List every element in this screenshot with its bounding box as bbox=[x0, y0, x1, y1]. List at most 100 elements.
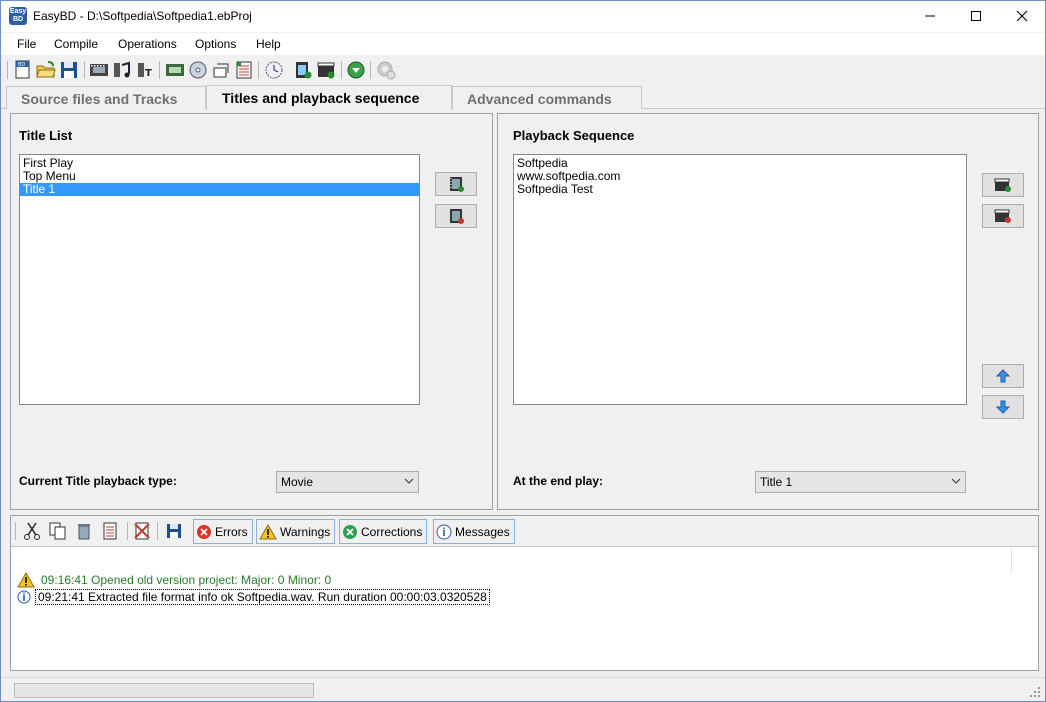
audio-track-icon[interactable] bbox=[112, 60, 132, 80]
toolbar-separator bbox=[258, 61, 259, 79]
compile-film-icon[interactable] bbox=[293, 60, 313, 80]
disc-icon[interactable] bbox=[188, 60, 208, 80]
corrections-filter-label: Corrections bbox=[361, 524, 423, 539]
log-toolbar: Errors Warnings Corrections Messages bbox=[11, 516, 1038, 547]
playback-type-select[interactable]: Movie bbox=[276, 471, 419, 493]
tab-titles-playback[interactable]: Titles and playback sequence bbox=[206, 85, 452, 110]
easybd-app-icon: Easy BD bbox=[9, 7, 27, 25]
svg-text:BD: BD bbox=[18, 62, 25, 68]
toolbar-separator bbox=[159, 61, 160, 79]
new-project-icon[interactable]: BD bbox=[13, 60, 33, 80]
close-button[interactable] bbox=[999, 1, 1045, 31]
window-title: EasyBD - D:\Softpedia\Softpedia1.ebProj bbox=[33, 9, 252, 23]
end-play-label: At the end play: bbox=[513, 474, 604, 488]
menu-options[interactable]: Options bbox=[195, 37, 236, 51]
title-list-heading: Title List bbox=[19, 128, 73, 143]
app-window: Easy BD EasyBD - D:\Softpedia\Softpedia1.… bbox=[0, 0, 1046, 702]
playlist-icon[interactable] bbox=[234, 60, 254, 80]
playback-sequence-listbox[interactable]: Softpedia www.softpedia.com Softpedia Te… bbox=[513, 154, 967, 405]
menu-help[interactable]: Help bbox=[256, 37, 281, 51]
error-icon bbox=[197, 524, 211, 539]
toolbar-separator bbox=[127, 522, 128, 540]
cut-icon[interactable] bbox=[22, 521, 42, 541]
maximize-button[interactable] bbox=[953, 1, 999, 31]
minimize-icon bbox=[925, 15, 935, 17]
playback-sequence-heading: Playback Sequence bbox=[513, 128, 635, 143]
list-item[interactable]: First Play bbox=[20, 157, 419, 170]
warning-icon bbox=[17, 572, 35, 588]
save-icon[interactable] bbox=[59, 60, 79, 80]
clock-icon[interactable] bbox=[264, 60, 284, 80]
log-entry-warning[interactable]: 09:16:41 Opened old version project: Maj… bbox=[17, 572, 333, 588]
log-entry-info[interactable]: 09:21:41 Extracted file format info ok S… bbox=[17, 589, 490, 605]
menu-bar: File Compile Operations Options Help bbox=[1, 33, 1045, 55]
tab-advanced-commands[interactable]: Advanced commands bbox=[452, 86, 642, 109]
chevron-down-icon bbox=[951, 478, 961, 484]
open-folder-icon[interactable] bbox=[36, 60, 56, 80]
remove-title-button[interactable] bbox=[435, 204, 477, 228]
burn-disc-icon[interactable] bbox=[346, 60, 366, 80]
toolbar-separator bbox=[84, 61, 85, 79]
clapper-remove-icon bbox=[994, 209, 1011, 223]
toolbar-separator bbox=[157, 522, 158, 540]
tab-source-files[interactable]: Source files and Tracks bbox=[6, 86, 206, 109]
add-title-button[interactable] bbox=[435, 172, 477, 196]
info-icon bbox=[436, 524, 452, 539]
copy-icon[interactable] bbox=[48, 521, 68, 541]
warnings-filter-button[interactable]: Warnings bbox=[256, 519, 336, 544]
minimize-button[interactable] bbox=[907, 1, 953, 31]
list-item[interactable]: Softpedia Test bbox=[514, 183, 966, 196]
chapter-icon[interactable] bbox=[211, 60, 231, 80]
svg-text:T: T bbox=[145, 68, 152, 79]
clear-log-icon[interactable] bbox=[132, 521, 152, 541]
menu-operations[interactable]: Operations bbox=[118, 37, 177, 51]
save-log-icon[interactable] bbox=[164, 521, 184, 541]
warnings-filter-label: Warnings bbox=[280, 524, 331, 539]
end-play-value: Title 1 bbox=[760, 475, 793, 489]
menu-file[interactable]: File bbox=[17, 37, 36, 51]
list-item[interactable]: Title 1 bbox=[20, 183, 419, 196]
clapper-add-icon bbox=[994, 178, 1011, 192]
arrow-down-icon bbox=[996, 400, 1010, 414]
film-add-icon bbox=[450, 177, 464, 192]
corrections-filter-button[interactable]: Corrections bbox=[339, 519, 428, 544]
playback-type-label: Current Title playback type: bbox=[19, 474, 177, 488]
title-list-panel: Title List First Play Top Menu Title 1 C… bbox=[10, 113, 493, 510]
subtitle-track-icon[interactable]: T bbox=[135, 60, 155, 80]
toolbar-separator bbox=[15, 522, 16, 540]
chevron-down-icon bbox=[404, 478, 414, 484]
status-bar bbox=[1, 677, 1045, 701]
log-column-divider bbox=[1011, 548, 1012, 572]
tab-strip: Source files and Tracks Titles and playb… bbox=[1, 85, 1045, 110]
toolbar-separator bbox=[341, 61, 342, 79]
menu-compile[interactable]: Compile bbox=[54, 37, 98, 51]
arrow-up-icon bbox=[996, 369, 1010, 383]
playback-sequence-panel: Playback Sequence Softpedia www.softpedi… bbox=[497, 113, 1039, 510]
add-sequence-item-button[interactable] bbox=[982, 173, 1024, 197]
title-listbox[interactable]: First Play Top Menu Title 1 bbox=[19, 154, 420, 405]
main-toolbar: BD T bbox=[1, 57, 1045, 83]
compile-clapper-icon[interactable] bbox=[316, 60, 336, 80]
toolbar-separator bbox=[7, 61, 8, 79]
maximize-icon bbox=[971, 11, 981, 21]
film-remove-icon bbox=[450, 209, 464, 224]
info-icon bbox=[17, 590, 31, 604]
title-bar: Easy BD EasyBD - D:\Softpedia\Softpedia1.… bbox=[1, 1, 1045, 32]
end-play-select[interactable]: Title 1 bbox=[755, 471, 966, 493]
move-down-button[interactable] bbox=[982, 395, 1024, 419]
add-title-icon[interactable] bbox=[165, 60, 185, 80]
toolbar-separator bbox=[370, 61, 371, 79]
move-up-button[interactable] bbox=[982, 364, 1024, 388]
document-icon[interactable] bbox=[100, 521, 120, 541]
errors-filter-button[interactable]: Errors bbox=[193, 519, 253, 544]
list-item[interactable]: Top Menu bbox=[20, 170, 419, 183]
trash-icon[interactable] bbox=[74, 521, 94, 541]
film-strip-icon[interactable] bbox=[89, 60, 109, 80]
remove-sequence-item-button[interactable] bbox=[982, 204, 1024, 228]
messages-filter-button[interactable]: Messages bbox=[433, 519, 515, 544]
progress-bar bbox=[14, 683, 314, 698]
log-entry-text: 09:21:41 Extracted file format info ok S… bbox=[35, 589, 490, 605]
resize-grip-icon[interactable] bbox=[1029, 686, 1041, 698]
log-panel: Errors Warnings Corrections Messages 09:… bbox=[10, 515, 1039, 671]
errors-filter-label: Errors bbox=[215, 524, 248, 539]
